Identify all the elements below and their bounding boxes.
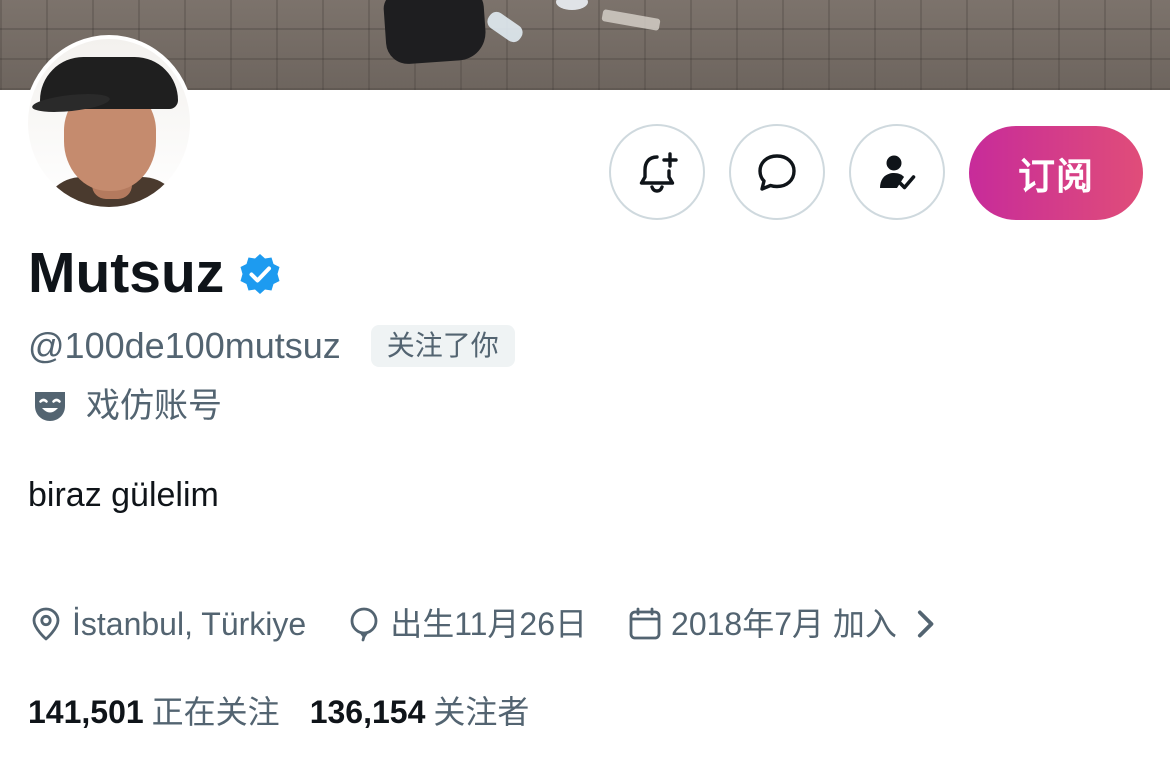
theater-mask-icon bbox=[35, 392, 65, 421]
verified-badge-icon[interactable] bbox=[238, 252, 282, 296]
followers-link[interactable]: 136,154 关注者 bbox=[310, 690, 530, 734]
bell-plus-icon bbox=[639, 152, 678, 193]
location-item: İstanbul, Türkiye bbox=[28, 602, 306, 646]
following-button[interactable] bbox=[849, 124, 945, 220]
profile-bio: biraz gülelim bbox=[28, 476, 219, 514]
profile-stats: 141,501 正在关注 136,154 关注者 bbox=[28, 690, 529, 734]
balloon-icon bbox=[350, 607, 378, 642]
followers-count: 136,154 bbox=[309, 694, 426, 730]
followers-label: 关注者 bbox=[433, 694, 530, 730]
parody-account-label[interactable]: 戏仿账号 bbox=[30, 384, 222, 428]
follows-you-badge: 关注了你 bbox=[370, 325, 515, 367]
banner-bag bbox=[382, 0, 488, 66]
profile-meta: İstanbul, Türkiye 出生11月26日 2018年7月 加入 bbox=[28, 602, 943, 646]
name-row: Mutsuz bbox=[28, 240, 282, 306]
birthday-text: 出生11月26日 bbox=[390, 606, 588, 642]
location-pin-icon bbox=[32, 607, 60, 641]
location-text: İstanbul, Türkiye bbox=[72, 606, 307, 642]
following-label: 正在关注 bbox=[151, 694, 280, 730]
following-count: 141,501 bbox=[28, 694, 144, 730]
message-bubble-icon bbox=[758, 154, 796, 191]
joined-text: 2018年7月 加入 bbox=[671, 606, 897, 642]
birthday-item: 出生11月26日 bbox=[346, 602, 587, 646]
joined-item[interactable]: 2018年7月 加入 bbox=[627, 602, 943, 646]
person-check-icon bbox=[880, 155, 916, 190]
chevron-right-icon bbox=[917, 610, 934, 638]
handle-row: @100de100mutsuz 关注了你 bbox=[28, 324, 515, 368]
user-handle: @100de100mutsuz bbox=[28, 325, 341, 366]
following-link[interactable]: 141,501 正在关注 bbox=[28, 690, 280, 734]
profile-actions: 订阅 bbox=[0, 124, 1170, 220]
message-button[interactable] bbox=[729, 124, 825, 220]
parody-label-text: 戏仿账号 bbox=[86, 387, 222, 425]
calendar-icon bbox=[629, 607, 661, 640]
notifications-button[interactable] bbox=[609, 124, 705, 220]
subscribe-button[interactable]: 订阅 bbox=[969, 126, 1143, 220]
display-name: Mutsuz bbox=[28, 241, 225, 305]
